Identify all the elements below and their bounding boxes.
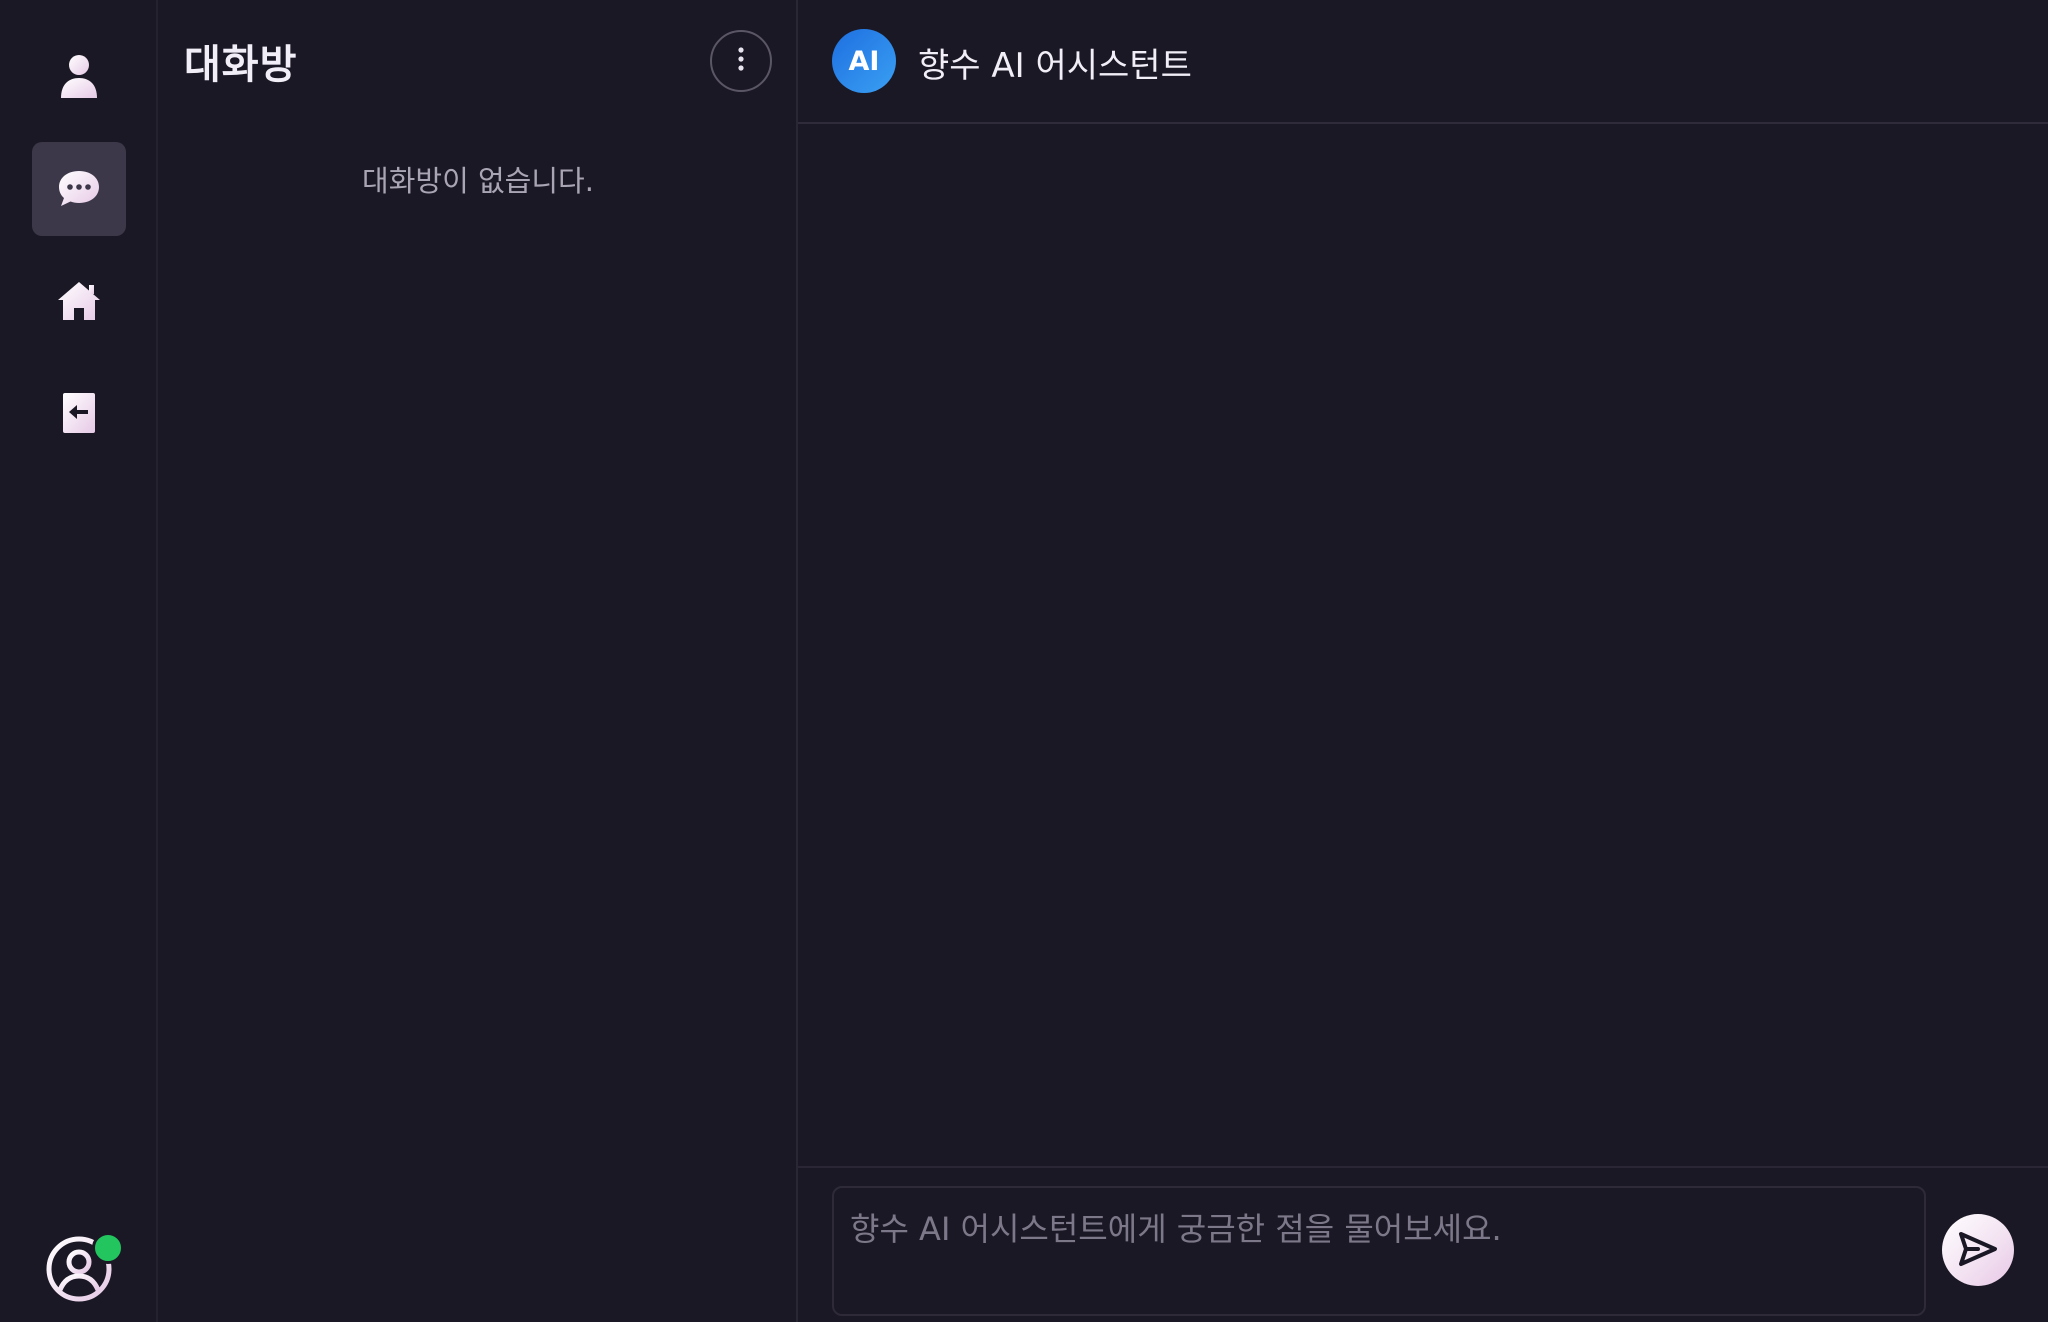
send-button[interactable] [1942, 1214, 2014, 1286]
chat-area: AI 향수 AI 어시스턴트 [798, 0, 2048, 1322]
user-icon [59, 54, 99, 100]
app-window: 대화방 대화방이 없습니다. AI 향수 AI 어시스턴트 [0, 0, 2048, 1322]
message-composer [798, 1166, 2048, 1322]
more-options-button[interactable] [710, 30, 772, 92]
ai-avatar: AI [832, 29, 896, 93]
online-status-dot [92, 1232, 124, 1264]
logout-icon [61, 392, 97, 434]
chat-nav-button[interactable] [32, 142, 126, 236]
message-list[interactable] [798, 124, 2048, 1166]
more-vertical-icon [737, 46, 745, 76]
home-nav-button[interactable] [32, 254, 126, 348]
chat-header: AI 향수 AI 어시스턴트 [798, 0, 2048, 124]
empty-rooms-message: 대화방이 없습니다. [362, 164, 594, 198]
chat-bubble-icon [57, 169, 101, 209]
chat-title: 향수 AI 어시스턴트 [918, 46, 1192, 86]
logout-nav-button[interactable] [32, 366, 126, 460]
chat-rooms-panel: 대화방 대화방이 없습니다. [158, 0, 798, 1322]
icon-rail [0, 0, 158, 1322]
account-avatar-button[interactable] [46, 1232, 124, 1302]
rooms-title: 대화방 [184, 42, 298, 88]
message-input[interactable] [832, 1186, 1926, 1316]
home-icon [56, 280, 102, 322]
profile-nav-button[interactable] [32, 30, 126, 124]
account-circle-icon [46, 1236, 112, 1306]
send-icon [1958, 1231, 1998, 1270]
